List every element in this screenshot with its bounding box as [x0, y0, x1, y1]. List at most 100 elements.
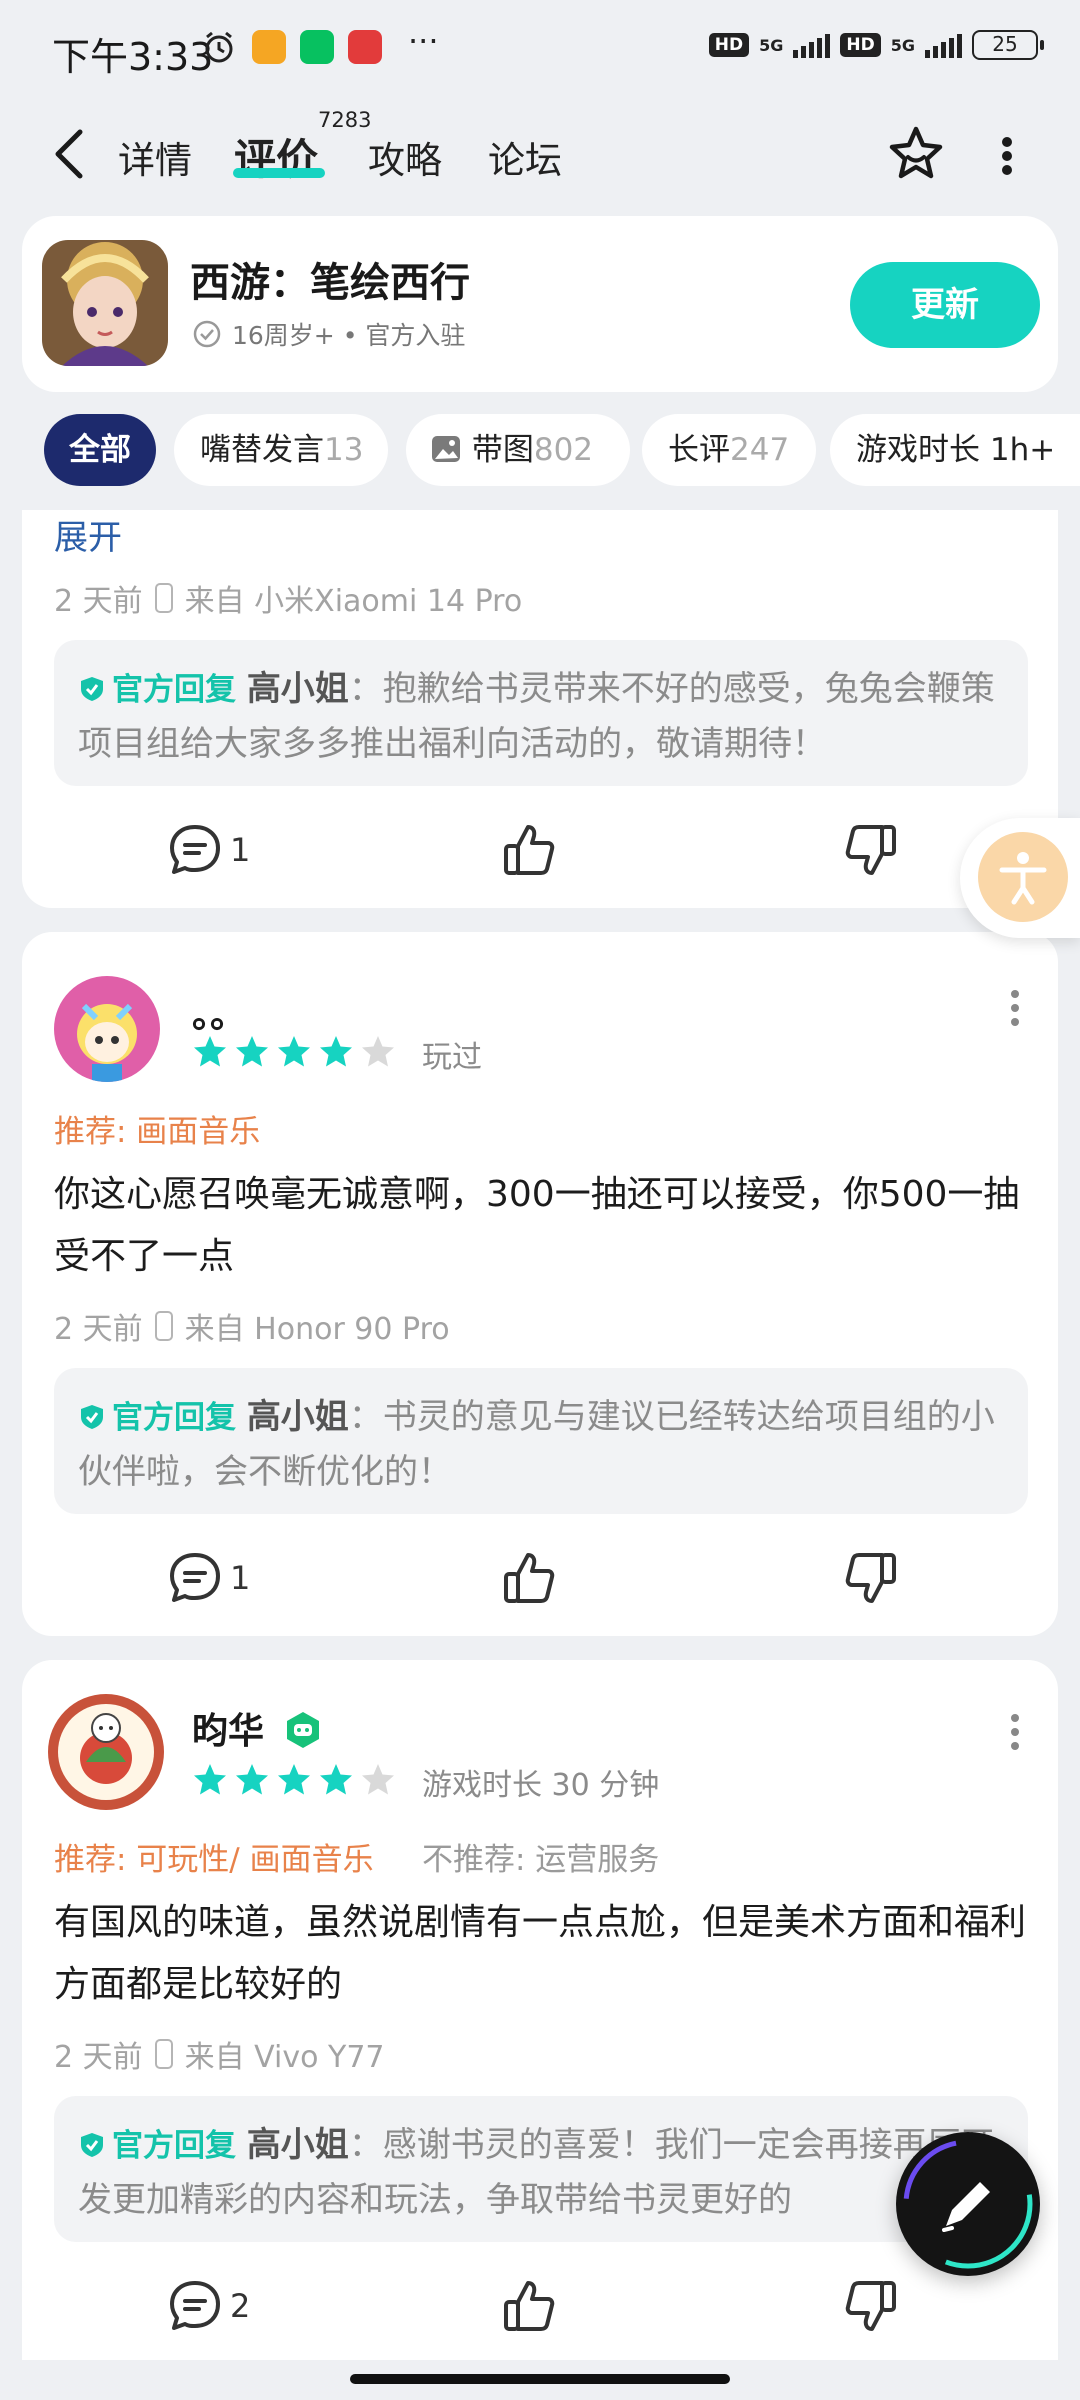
filter-playtime[interactable]: 游戏时长 1h+ [830, 414, 1080, 486]
thumbs-up-icon [504, 1553, 555, 1603]
thumbs-up-icon [504, 825, 555, 875]
filter-long-count: 247 [730, 432, 790, 468]
player-badge-icon [286, 1712, 319, 1748]
user-name-text: 昀华 [192, 1711, 265, 1752]
home-indicator[interactable] [350, 2374, 730, 2384]
star-filled-icon [236, 1764, 268, 1795]
more-notifications: ··· [408, 22, 439, 60]
status-bar: 下午3:33 ··· HD 5G HD 5G 25 [0, 0, 1080, 96]
battery-icon: 25 [972, 30, 1044, 60]
review-text[interactable]: 你这心愿召唤毫无诚意啊，300一抽还可以接受，你500一抽受不了一点 [54, 1164, 1034, 1288]
comment-icon [170, 2281, 220, 2330]
filter-quotes-count: 13 [324, 432, 364, 468]
filter-all[interactable]: 全部 [44, 414, 156, 486]
review-count-badge: 7283 [318, 108, 372, 132]
pen-icon [903, 2139, 1033, 2269]
star-empty-icon [362, 1764, 394, 1795]
back-arrow-icon[interactable] [52, 128, 86, 180]
user-name[interactable]: 昀华 [192, 1702, 323, 1754]
accessibility-icon [978, 832, 1068, 922]
game-info-card: 西游：笔绘西行 16周岁+ • 官方入驻 更新 [22, 216, 1058, 392]
review-time: 2 天前 [54, 1312, 143, 1347]
review-actions: 1 [22, 818, 1058, 882]
user-name[interactable]: 。。 [192, 986, 246, 1038]
review-card-1: 展开 2 天前 来自 小米Xiaomi 14 Pro 官方回复 高小姐：抱歉给书… [22, 510, 1058, 908]
thumbs-up-icon [504, 2281, 555, 2331]
update-button[interactable]: 更新 [850, 262, 1040, 348]
replier-name: 高小姐 [246, 1397, 349, 1437]
star-filled-icon [278, 1764, 310, 1795]
tab-guides[interactable]: 攻略 [368, 130, 442, 184]
filter-long-label: 长评 [668, 432, 730, 468]
replier-name: 高小姐 [246, 2125, 349, 2165]
hd-badge: HD [708, 33, 750, 57]
user-avatar[interactable] [54, 976, 160, 1082]
comment-icon [170, 825, 220, 874]
playtime-tag: 游戏时长 30 分钟 [422, 1768, 660, 1803]
star-filled-icon [320, 1036, 352, 1067]
filter-long-reviews[interactable]: 长评247 [642, 414, 816, 486]
official-reply[interactable]: 官方回复 高小姐：感谢书灵的喜爱！我们一定会再接再厉开发更加精彩的内容和玩法，争… [54, 2096, 1028, 2242]
game-age-rating: 16周岁+ • 官方入驻 [232, 321, 466, 350]
wechat-icon [300, 30, 334, 64]
star-empty-icon [362, 1036, 394, 1067]
thumbs-down-icon [845, 825, 896, 875]
tab-details[interactable]: 详情 [118, 130, 192, 184]
official-reply-tag: 官方回复 [112, 672, 236, 708]
comment-count: 1 [230, 1559, 251, 1597]
dislike-button[interactable] [842, 818, 900, 882]
filter-quotes-label: 嘴替发言 [200, 432, 324, 468]
like-button[interactable] [500, 2274, 558, 2338]
write-review-fab[interactable] [896, 2132, 1040, 2276]
official-reply[interactable]: 官方回复 高小姐：抱歉给书灵带来不好的感受，兔兔会鞭策项目组给大家多多推出福利向… [54, 640, 1028, 786]
game-cover-image[interactable] [42, 240, 168, 366]
star-rating [192, 1034, 396, 1070]
official-shield-icon [81, 2133, 103, 2157]
user-avatar[interactable] [46, 1692, 166, 1812]
filter-images[interactable]: 带图802 [406, 414, 630, 486]
review-more-icon[interactable] [1010, 1712, 1020, 1752]
expand-link[interactable]: 展开 [54, 510, 122, 559]
like-button[interactable] [500, 1546, 558, 1610]
official-reply[interactable]: 官方回复 高小姐：书灵的意见与建议已经转达给项目组的小伙伴啦，会不断优化的！ [54, 1368, 1028, 1514]
replier-name: 高小姐 [246, 669, 349, 709]
filter-quotes[interactable]: 嘴替发言13 [174, 414, 388, 486]
review-time: 2 天前 [54, 2040, 143, 2075]
phone-icon [154, 1311, 173, 1341]
official-shield-icon [81, 677, 103, 701]
thumbs-down-icon [845, 1553, 896, 1603]
star-filled-icon [236, 1036, 268, 1067]
tab-forum[interactable]: 论坛 [488, 130, 562, 184]
dislike-button[interactable] [842, 1546, 900, 1610]
hd-badge-2: HD [840, 33, 881, 57]
comment-button[interactable]: 2 [166, 2274, 250, 2338]
official-shield-icon [81, 1405, 103, 1429]
played-status: 玩过 [422, 1040, 482, 1075]
filter-images-count: 802 [533, 432, 594, 468]
review-device: 来自 小米Xiaomi 14 Pro [184, 584, 523, 619]
star-rating [192, 1762, 396, 1798]
review-meta: 2 天前 来自 小米Xiaomi 14 Pro [54, 576, 522, 620]
comment-button[interactable]: 1 [166, 818, 250, 882]
review-text[interactable]: 有国风的味道，虽然说剧情有一点点尬，但是美术方面和福利方面都是比较好的 [54, 1892, 1034, 2016]
review-more-icon[interactable] [1010, 988, 1020, 1028]
comment-count: 1 [230, 831, 251, 869]
game-title: 西游：笔绘西行 [190, 260, 470, 306]
like-button[interactable] [500, 818, 558, 882]
comment-button[interactable]: 1 [166, 1546, 250, 1610]
image-icon [432, 436, 460, 462]
network-type-1: 5G [759, 35, 784, 55]
dislike-button[interactable] [842, 2274, 900, 2338]
review-actions: 1 [22, 1546, 1058, 1610]
filter-images-label: 带图 [471, 432, 534, 468]
review-card-2: 。。 玩过 推荐: 画面音乐 你这心愿召唤毫无诚意啊，300一抽还可以接受，你5… [22, 932, 1058, 1636]
star-filled-icon [194, 1036, 226, 1067]
review-meta: 2 天前 来自 Vivo Y77 [54, 2032, 385, 2076]
filter-all-label: 全部 [69, 432, 131, 468]
more-options-icon[interactable] [1000, 134, 1014, 178]
recommend-tags: 推荐: 可玩性/ 画面音乐 [54, 1842, 374, 1878]
star-filled-icon [194, 1764, 226, 1795]
favorite-star-icon[interactable] [886, 124, 946, 184]
accessibility-float-button[interactable] [960, 818, 1080, 938]
thumbs-down-icon [845, 2281, 896, 2331]
